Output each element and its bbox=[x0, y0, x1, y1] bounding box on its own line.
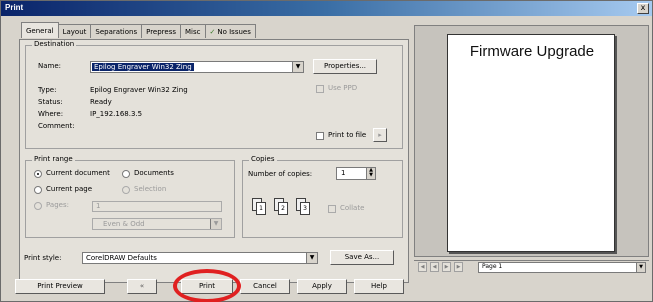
collate-checkbox[interactable] bbox=[328, 205, 336, 213]
tab-layout[interactable]: Layout bbox=[57, 24, 92, 38]
preview-toggle-button[interactable]: « bbox=[127, 279, 157, 294]
close-button[interactable]: x bbox=[637, 3, 649, 14]
where-value: IP_192.168.3.5 bbox=[90, 110, 143, 118]
save-as-button[interactable]: Save As... bbox=[330, 250, 394, 265]
print-to-file-label: Print to file bbox=[328, 131, 367, 139]
where-label: Where: bbox=[38, 110, 64, 118]
print-to-file-checkbox[interactable] bbox=[316, 132, 324, 140]
type-value: Epilog Engraver Win32 Zing bbox=[90, 86, 188, 94]
destination-group-label: Destination bbox=[32, 40, 77, 48]
current-page-radio[interactable] bbox=[34, 186, 42, 194]
spinner-arrows-icon: ▲ ▼ bbox=[366, 168, 375, 179]
page-selector-value: Page 1 bbox=[482, 263, 503, 270]
print-style-select[interactable]: CorelDRAW Defaults ▼ bbox=[82, 252, 318, 264]
tab-separations[interactable]: Separations bbox=[90, 24, 143, 38]
file-options-button[interactable]: ▸ bbox=[373, 128, 387, 142]
title-bar: Print x bbox=[1, 1, 652, 16]
cancel-button[interactable]: Cancel bbox=[240, 279, 290, 294]
comment-label: Comment: bbox=[38, 122, 75, 130]
page-parity-value: Even & Odd bbox=[103, 220, 145, 228]
current-page-label: Current page bbox=[46, 185, 92, 193]
collate-page-icon: 2 bbox=[278, 202, 288, 215]
general-tab-panel: Destination Name: Epilog Engraver Win32 … bbox=[19, 39, 409, 283]
selection-radio[interactable] bbox=[122, 186, 130, 194]
use-ppd-label: Use PPD bbox=[328, 84, 358, 92]
print-range-group-label: Print range bbox=[32, 155, 75, 163]
pages-label: Pages: bbox=[46, 201, 69, 209]
number-of-copies-label: Number of copies: bbox=[248, 170, 313, 178]
next-page-icon[interactable]: ▶ bbox=[442, 262, 451, 272]
print-style-value: CorelDRAW Defaults bbox=[86, 254, 157, 262]
preview-navigation-bar: ◀ ◀ ▶ ▶ Page 1 ▼ bbox=[414, 260, 649, 273]
print-button[interactable]: Print bbox=[181, 279, 233, 294]
help-button[interactable]: Help bbox=[354, 279, 404, 294]
printer-name-value: Epilog Engraver Win32 Zing bbox=[92, 63, 194, 71]
preview-page: Firmware Upgrade bbox=[447, 34, 615, 252]
double-arrow-icon: « bbox=[139, 282, 145, 290]
first-page-icon[interactable]: ◀ bbox=[418, 262, 427, 272]
collate-page-icon: 1 bbox=[256, 202, 266, 215]
apply-button[interactable]: Apply bbox=[297, 279, 347, 294]
chevron-down-icon: ▼ bbox=[636, 263, 645, 272]
status-label: Status: bbox=[38, 98, 63, 106]
chevron-down-icon: ▼ bbox=[210, 219, 221, 229]
tab-prepress[interactable]: Prepress bbox=[141, 24, 182, 38]
tab-no-issues-label: No Issues bbox=[217, 27, 251, 36]
selection-label: Selection bbox=[134, 185, 167, 193]
current-document-radio[interactable] bbox=[34, 170, 42, 178]
name-label: Name: bbox=[38, 62, 62, 70]
type-label: Type: bbox=[38, 86, 57, 94]
tab-general[interactable]: General bbox=[21, 22, 59, 38]
tab-no-issues[interactable]: ✓ No Issues bbox=[204, 24, 256, 38]
print-style-label: Print style: bbox=[24, 254, 62, 262]
chevron-down-icon: ▼ bbox=[292, 62, 303, 72]
preview-page-text: Firmware Upgrade bbox=[469, 43, 595, 60]
pages-input-value: 1 bbox=[96, 202, 101, 210]
properties-button[interactable]: Properties... bbox=[313, 59, 377, 74]
check-icon: ✓ bbox=[209, 27, 216, 36]
print-preview-button[interactable]: Print Preview bbox=[15, 279, 105, 294]
copies-value: 1 bbox=[341, 169, 346, 177]
page-parity-select[interactable]: Even & Odd ▼ bbox=[92, 218, 222, 230]
collate-page-icon: 3 bbox=[300, 202, 310, 215]
chevron-down-icon: ▼ bbox=[306, 253, 317, 263]
tab-misc[interactable]: Misc bbox=[180, 24, 206, 38]
documents-radio[interactable] bbox=[122, 170, 130, 178]
copies-group-label: Copies bbox=[249, 155, 277, 163]
tab-strip: General Layout Separations Prepress Misc… bbox=[21, 22, 256, 39]
copies-stepper[interactable]: 1 ▲ ▼ bbox=[336, 167, 376, 180]
printer-name-select[interactable]: Epilog Engraver Win32 Zing ▼ bbox=[90, 61, 304, 73]
use-ppd-checkbox[interactable] bbox=[316, 85, 324, 93]
documents-label: Documents bbox=[134, 169, 174, 177]
collate-label: Collate bbox=[340, 204, 365, 212]
previous-page-icon[interactable]: ◀ bbox=[430, 262, 439, 272]
status-value: Ready bbox=[90, 98, 112, 106]
pages-radio[interactable] bbox=[34, 202, 42, 210]
pages-input[interactable]: 1 bbox=[92, 201, 222, 212]
current-document-label: Current document bbox=[46, 169, 110, 177]
page-selector[interactable]: Page 1 ▼ bbox=[478, 262, 646, 273]
last-page-icon[interactable]: ▶ bbox=[454, 262, 463, 272]
print-dialog: Print x General Layout Separations Prepr… bbox=[0, 0, 653, 302]
window-title: Print bbox=[5, 3, 24, 12]
